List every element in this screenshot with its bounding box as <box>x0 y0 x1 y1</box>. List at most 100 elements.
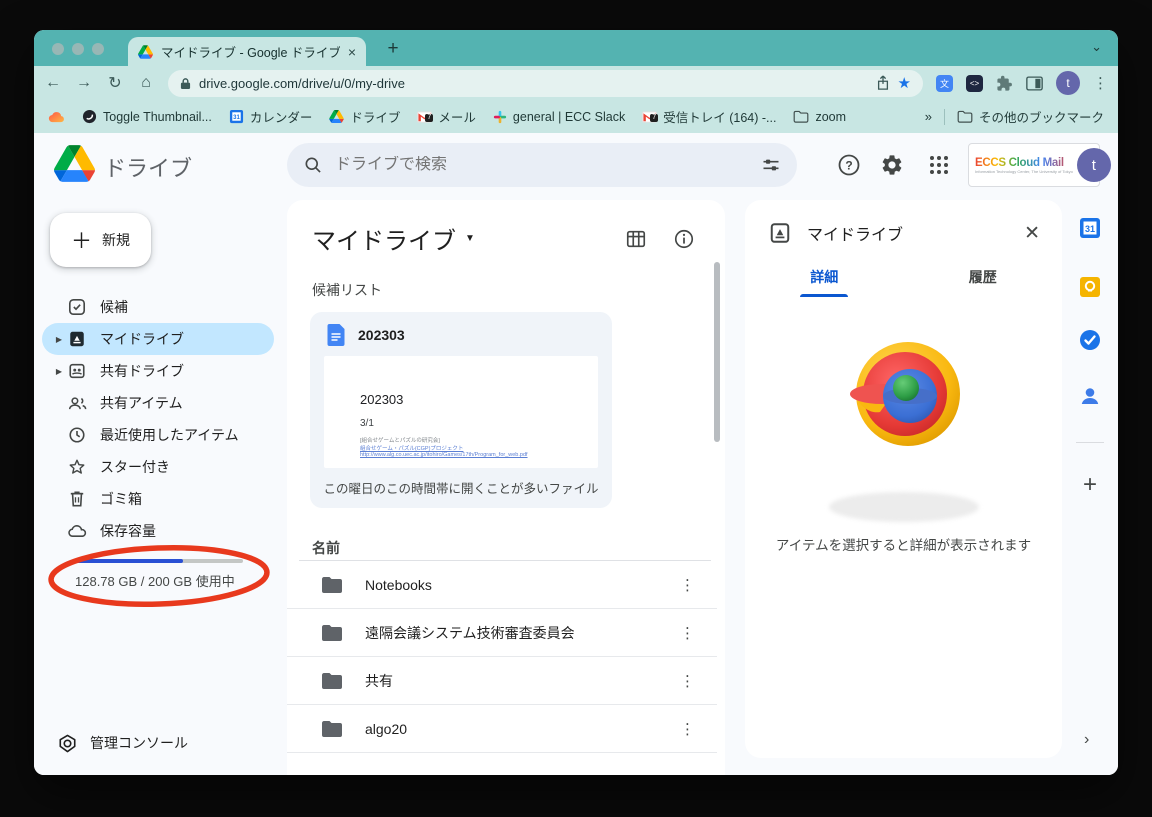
folder-icon <box>321 576 343 594</box>
get-addons-button[interactable]: + <box>1078 471 1102 499</box>
bookmark-slack[interactable]: general | ECC Slack <box>493 110 625 124</box>
drive-icon <box>329 110 344 123</box>
search-input[interactable] <box>335 156 749 174</box>
my-drive-icon <box>67 329 87 349</box>
collapse-panel-chevron-icon[interactable]: › <box>1084 731 1089 749</box>
tasks-side-icon[interactable] <box>1078 328 1102 352</box>
folder-row[interactable]: Notebooks ⋮ <box>287 561 717 609</box>
browser-profile-avatar[interactable]: t <box>1056 71 1080 95</box>
settings-gear-icon[interactable] <box>880 153 904 177</box>
details-panel: マイドライブ ✕ 詳細 履歴 <box>745 200 1062 758</box>
drive-favicon-icon <box>138 45 153 59</box>
extensions-puzzle-icon[interactable] <box>996 75 1013 92</box>
scrollbar-thumb[interactable] <box>714 262 720 442</box>
home-button[interactable]: ⌂ <box>137 74 155 92</box>
tab-close-icon[interactable]: × <box>348 44 356 60</box>
help-icon[interactable]: ? <box>837 153 861 177</box>
sidebar-item-shared-with-me[interactable]: 共有アイテム <box>42 387 274 419</box>
folder-row[interactable]: 遠隔会議システム技術審査委員会 ⋮ <box>287 609 717 657</box>
share-icon[interactable] <box>876 75 890 91</box>
storage-usage-text: 128.78 GB / 200 GB 使用中 <box>75 571 235 590</box>
plus-icon: ＋ <box>71 225 92 255</box>
drive-logo-icon[interactable] <box>54 145 95 182</box>
sidebar-item-my-drive[interactable]: ▶ マイドライブ <box>42 323 274 355</box>
folder-row[interactable]: 共有 ⋮ <box>287 657 717 705</box>
contacts-side-icon[interactable] <box>1078 384 1102 408</box>
folder-icon <box>321 720 343 738</box>
row-menu-icon[interactable]: ⋮ <box>680 720 695 738</box>
address-bar[interactable]: drive.google.com/drive/u/0/my-drive ★ <box>168 70 923 97</box>
cloud-app-icon[interactable] <box>48 111 65 123</box>
new-tab-button[interactable]: + <box>380 38 406 60</box>
bookmark-drive[interactable]: ドライブ <box>329 107 400 126</box>
tab-activity[interactable]: 履歴 <box>904 267 1063 297</box>
url-text: drive.google.com/drive/u/0/my-drive <box>199 76 868 91</box>
row-menu-icon[interactable]: ⋮ <box>680 576 695 594</box>
info-icon[interactable] <box>673 228 695 250</box>
bookmark-inbox[interactable]: 7 受信トレイ (164) -... <box>642 107 776 126</box>
lock-icon <box>180 77 191 90</box>
approval-check-icon <box>67 297 87 317</box>
expand-arrow-icon[interactable]: ▶ <box>52 367 66 376</box>
empty-state-illustration <box>842 336 966 460</box>
suggested-file-name: 202303 <box>358 327 405 343</box>
sidebar-item-storage[interactable]: 保存容量 <box>42 515 274 547</box>
close-icon[interactable]: ✕ <box>1024 222 1040 245</box>
new-button[interactable]: ＋ 新規 <box>50 213 151 267</box>
calendar-side-icon[interactable]: 31 <box>1078 216 1102 240</box>
minimize-window-button[interactable] <box>72 43 84 55</box>
search-options-icon[interactable] <box>761 155 781 175</box>
svg-text:?: ? <box>845 158 852 172</box>
reload-button[interactable]: ↻ <box>106 73 124 93</box>
translate-extension-icon[interactable]: 文 <box>936 75 953 92</box>
bookmarks-overflow-chevron[interactable]: » <box>925 109 932 124</box>
bookmark-mail[interactable]: 7 メール <box>417 107 476 126</box>
apps-grid-icon[interactable] <box>927 153 951 177</box>
side-rail-divider <box>1076 442 1104 443</box>
account-avatar[interactable]: t <box>1077 148 1111 182</box>
side-panel-icon[interactable] <box>1026 76 1043 91</box>
extension-icon-dark[interactable]: <> <box>966 75 983 92</box>
browser-tab[interactable]: マイドライブ - Google ドライブ × <box>128 37 366 66</box>
close-window-button[interactable] <box>52 43 64 55</box>
title-dropdown-icon[interactable]: ▼ <box>465 233 475 244</box>
bookmark-star-icon[interactable]: ★ <box>898 74 911 92</box>
suggestion-reason-caption: この曜日のこの時間帯に開くことが多いファイル <box>310 478 612 497</box>
bookmark-calendar[interactable]: 31 カレンダー <box>229 107 313 126</box>
grid-view-icon[interactable] <box>625 228 647 250</box>
forward-button[interactable]: → <box>75 74 93 92</box>
row-menu-icon[interactable]: ⋮ <box>680 672 695 690</box>
cloud-icon <box>67 521 87 541</box>
sidebar-item-recent[interactable]: 最近使用したアイテム <box>42 419 274 451</box>
other-bookmarks-folder[interactable]: その他のブックマーク <box>957 107 1104 126</box>
admin-console-link[interactable]: 管理コンソール <box>58 733 188 753</box>
folder-icon <box>793 110 809 123</box>
browser-menu-icon[interactable]: ⋮ <box>1093 74 1108 92</box>
sidebar-item-trash[interactable]: ゴミ箱 <box>42 483 274 515</box>
row-menu-icon[interactable]: ⋮ <box>680 624 695 642</box>
shared-drives-icon <box>67 361 87 381</box>
bookmarks-divider <box>944 109 945 125</box>
tab-search-chevron-icon[interactable]: ⌄ <box>1091 39 1102 55</box>
tab-title: マイドライブ - Google ドライブ <box>161 42 340 61</box>
search-bar[interactable] <box>287 143 797 187</box>
people-icon <box>67 393 87 413</box>
folder-row[interactable]: algo20 ⋮ <box>287 705 717 753</box>
bookmark-zoom-folder[interactable]: zoom <box>793 110 846 124</box>
suggested-file-card[interactable]: 202303 202303 3/1 [組合せゲームとパズルの研究会] 組合せゲー… <box>310 312 612 508</box>
bookmark-toggle-thumbnail[interactable]: Toggle Thumbnail... <box>82 109 212 124</box>
expand-arrow-icon[interactable]: ▶ <box>52 335 66 344</box>
svg-text:31: 31 <box>233 115 240 121</box>
file-list-panel: マイドライブ ▼ 候補リスト <box>287 200 725 775</box>
account-badge[interactable]: ECCS Cloud Mail Information Technology C… <box>968 143 1100 187</box>
zoom-window-button[interactable] <box>92 43 104 55</box>
back-button[interactable]: ← <box>44 74 62 92</box>
sidebar-item-suggested[interactable]: 候補 <box>42 291 274 323</box>
sidebar-item-shared-drives[interactable]: ▶ 共有ドライブ <box>42 355 274 387</box>
bookmarks-bar: Toggle Thumbnail... 31 カレンダー ドライブ <box>34 100 1118 133</box>
sidebar-item-starred[interactable]: スター付き <box>42 451 274 483</box>
browser-window: マイドライブ - Google ドライブ × + ⌄ ← → ↻ ⌂ drive… <box>34 30 1118 775</box>
keep-side-icon[interactable] <box>1078 275 1102 299</box>
column-header-name[interactable]: 名前 <box>312 538 340 558</box>
tab-details[interactable]: 詳細 <box>745 267 904 297</box>
